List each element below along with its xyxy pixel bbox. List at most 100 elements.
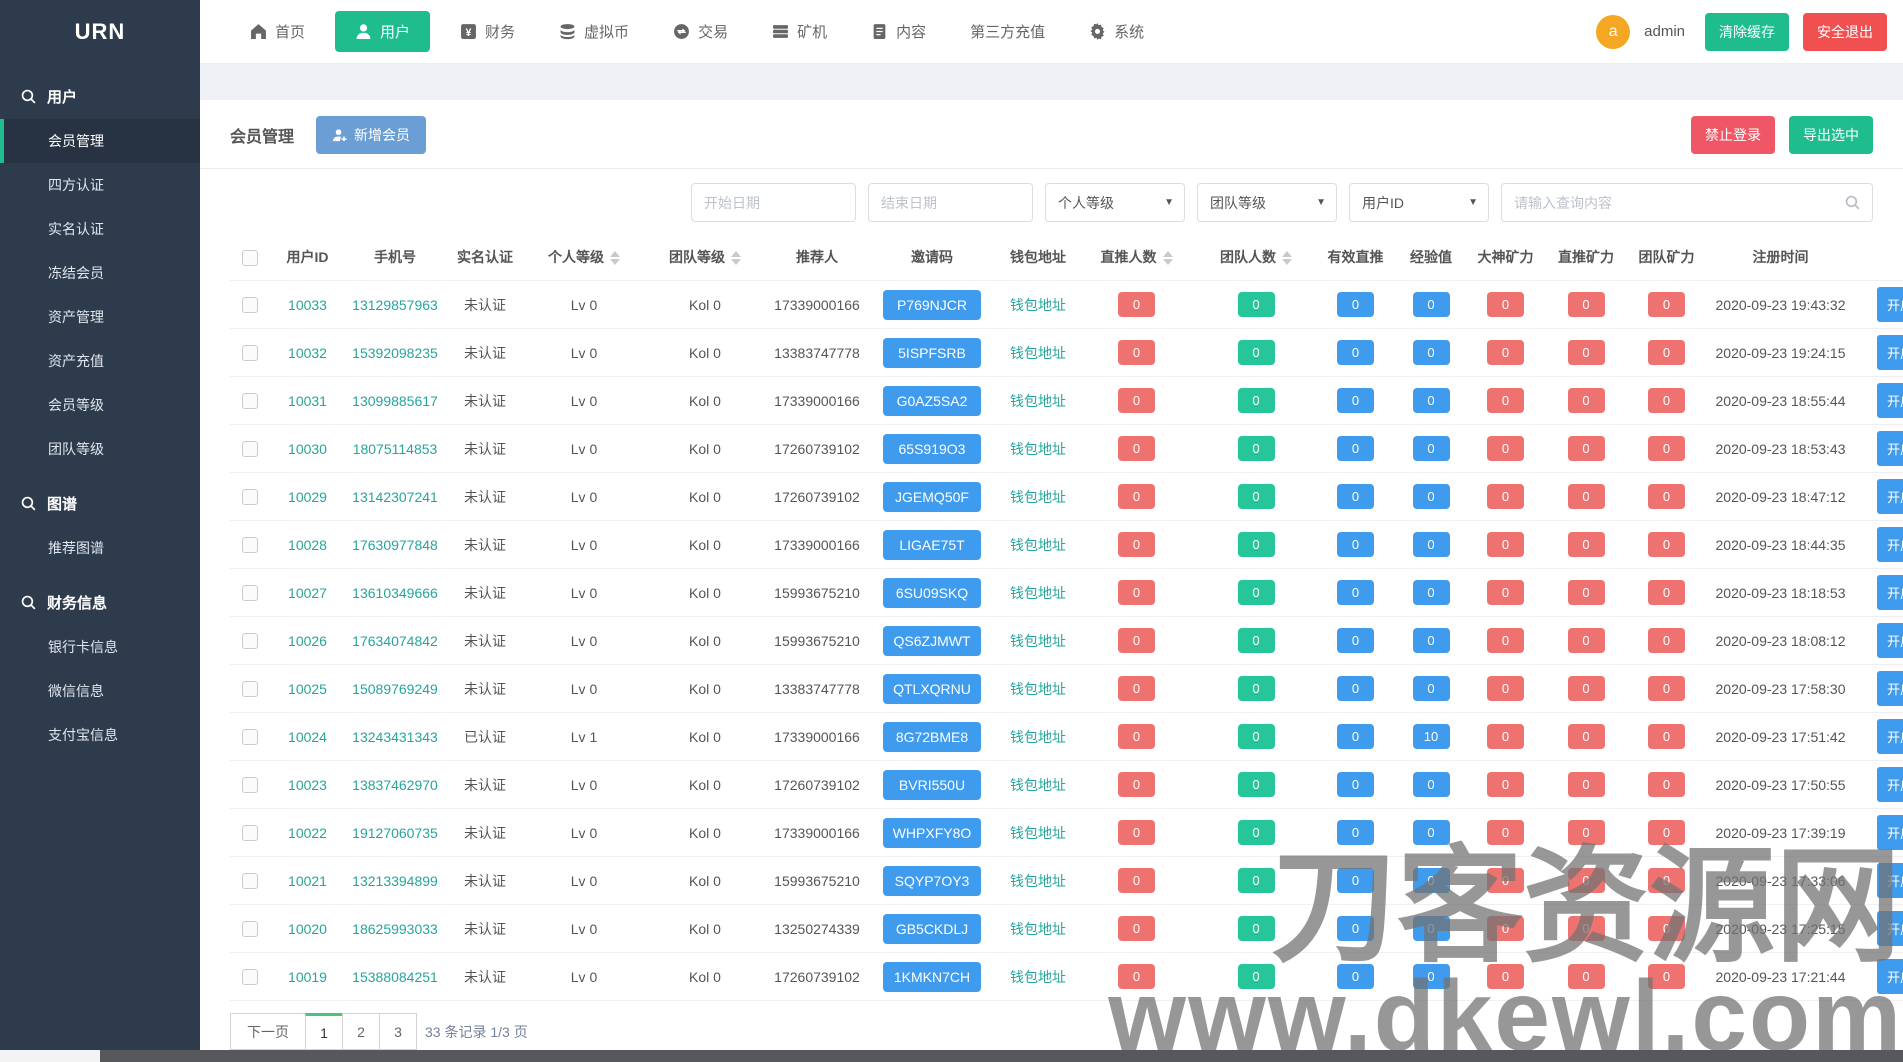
row-checkbox[interactable]: [242, 585, 258, 601]
sidebar-section-graph-title[interactable]: 图谱: [0, 481, 200, 526]
export-selected-button[interactable]: 导出选中: [1789, 116, 1873, 154]
row-checkbox[interactable]: [242, 969, 258, 985]
wallet-address-link[interactable]: 钱包地址: [1010, 633, 1066, 649]
col-personal-level[interactable]: 个人等级: [525, 234, 643, 281]
enable-realname-button[interactable]: 开启实名: [1877, 767, 1903, 802]
page-button-2[interactable]: 2: [342, 1013, 380, 1050]
phone-link[interactable]: 19127060735: [352, 825, 438, 841]
page-button-1[interactable]: 1: [305, 1013, 343, 1050]
nav-item-home[interactable]: 首页: [236, 11, 319, 52]
user-id-link[interactable]: 10025: [288, 681, 327, 697]
invite-code-badge[interactable]: SQYP7OY3: [883, 866, 981, 896]
sidebar-item-asset-recharge[interactable]: 资产充值: [0, 339, 200, 383]
next-page-button[interactable]: 下一页: [230, 1013, 306, 1050]
wallet-address-link[interactable]: 钱包地址: [1010, 825, 1066, 841]
col-direct-count[interactable]: 直推人数: [1079, 234, 1194, 281]
enable-realname-button[interactable]: 开启实名: [1877, 479, 1903, 514]
user-id-link[interactable]: 10023: [288, 777, 327, 793]
col-user-id[interactable]: 用户ID: [270, 234, 345, 281]
user-id-link[interactable]: 10021: [288, 873, 327, 889]
table-row[interactable]: 10020 18625993033 未认证 Lv 0 Kol 0 1325027…: [230, 905, 1903, 953]
enable-realname-button[interactable]: 开启实名: [1877, 911, 1903, 946]
wallet-address-link[interactable]: 钱包地址: [1010, 393, 1066, 409]
sidebar-item-referral-graph[interactable]: 推荐图谱: [0, 526, 200, 570]
row-checkbox[interactable]: [242, 633, 258, 649]
user-id-link[interactable]: 10022: [288, 825, 327, 841]
sidebar-item-member-manage[interactable]: 会员管理: [0, 119, 200, 163]
invite-code-badge[interactable]: 8G72BME8: [883, 722, 981, 752]
sidebar-section-user-title[interactable]: 用户: [0, 74, 200, 119]
user-id-link[interactable]: 10029: [288, 489, 327, 505]
phone-link[interactable]: 13142307241: [352, 489, 438, 505]
table-row[interactable]: 10030 18075114853 未认证 Lv 0 Kol 0 1726073…: [230, 425, 1903, 473]
row-checkbox[interactable]: [242, 345, 258, 361]
sidebar-item-asset-manage[interactable]: 资产管理: [0, 295, 200, 339]
phone-link[interactable]: 18075114853: [353, 441, 438, 457]
nav-item-trade[interactable]: 交易: [659, 11, 742, 52]
phone-link[interactable]: 13129857963: [352, 297, 438, 313]
table-row[interactable]: 10031 13099885617 未认证 Lv 0 Kol 0 1733900…: [230, 377, 1903, 425]
add-member-button[interactable]: 新增会员: [316, 116, 426, 154]
invite-code-badge[interactable]: P769NJCR: [883, 290, 981, 320]
user-id-link[interactable]: 10033: [288, 297, 327, 313]
sidebar-item-team-level[interactable]: 团队等级: [0, 427, 200, 471]
clear-cache-button[interactable]: 清除缓存: [1705, 13, 1789, 51]
wallet-address-link[interactable]: 钱包地址: [1010, 537, 1066, 553]
phone-link[interactable]: 13213394899: [352, 873, 438, 889]
enable-realname-button[interactable]: 开启实名: [1877, 287, 1903, 322]
table-row[interactable]: 10022 19127060735 未认证 Lv 0 Kol 0 1733900…: [230, 809, 1903, 857]
sidebar-item-member-level[interactable]: 会员等级: [0, 383, 200, 427]
search-icon[interactable]: [1844, 194, 1861, 211]
table-row[interactable]: 10024 13243431343 已认证 Lv 1 Kol 0 1733900…: [230, 713, 1903, 761]
user-id-link[interactable]: 10020: [288, 921, 327, 937]
sort-icon[interactable]: [731, 251, 741, 265]
phone-link[interactable]: 17634074842: [352, 633, 438, 649]
invite-code-badge[interactable]: 6SU09SKQ: [883, 578, 981, 608]
row-checkbox[interactable]: [242, 681, 258, 697]
col-direct-power[interactable]: 直推矿力: [1542, 234, 1630, 281]
phone-link[interactable]: 18625993033: [352, 921, 438, 937]
team-level-select[interactable]: 团队等级 ▼: [1197, 183, 1337, 222]
table-row[interactable]: 10028 17630977848 未认证 Lv 0 Kol 0 1733900…: [230, 521, 1903, 569]
wallet-address-link[interactable]: 钱包地址: [1010, 729, 1066, 745]
user-id-link[interactable]: 10026: [288, 633, 327, 649]
sidebar-item-wechat-info[interactable]: 微信信息: [0, 669, 200, 713]
user-id-link[interactable]: 10024: [288, 729, 327, 745]
invite-code-badge[interactable]: WHPXFY8O: [883, 818, 981, 848]
invite-code-badge[interactable]: QTLXQRNU: [883, 674, 981, 704]
invite-code-badge[interactable]: 1KMKN7CH: [883, 962, 981, 992]
user-id-link[interactable]: 10032: [288, 345, 327, 361]
phone-link[interactable]: 13837462970: [352, 777, 438, 793]
nav-item-user[interactable]: 用户: [335, 11, 430, 52]
phone-link[interactable]: 15388084251: [352, 969, 438, 985]
invite-code-badge[interactable]: BVRI550U: [883, 770, 981, 800]
col-invite-code[interactable]: 邀请码: [867, 234, 997, 281]
row-checkbox[interactable]: [242, 537, 258, 553]
col-exp[interactable]: 经验值: [1393, 234, 1469, 281]
search-field-select[interactable]: 用户ID ▼: [1349, 183, 1489, 222]
sidebar-item-four-party-auth[interactable]: 四方认证: [0, 163, 200, 207]
user-id-link[interactable]: 10030: [288, 441, 327, 457]
wallet-address-link[interactable]: 钱包地址: [1010, 585, 1066, 601]
phone-link[interactable]: 13610349666: [352, 585, 438, 601]
sort-icon[interactable]: [1282, 251, 1292, 265]
enable-realname-button[interactable]: 开启实名: [1877, 575, 1903, 610]
user-id-link[interactable]: 10031: [288, 393, 327, 409]
enable-realname-button[interactable]: 开启实名: [1877, 383, 1903, 418]
start-date-input[interactable]: [691, 183, 856, 222]
table-row[interactable]: 10033 13129857963 未认证 Lv 0 Kol 0 1733900…: [230, 281, 1903, 329]
sidebar-item-alipay-info[interactable]: 支付宝信息: [0, 713, 200, 757]
phone-link[interactable]: 13099885617: [352, 393, 438, 409]
user-id-link[interactable]: 10019: [288, 969, 327, 985]
sidebar-item-realname-auth[interactable]: 实名认证: [0, 207, 200, 251]
enable-realname-button[interactable]: 开启实名: [1877, 719, 1903, 754]
wallet-address-link[interactable]: 钱包地址: [1010, 681, 1066, 697]
wallet-address-link[interactable]: 钱包地址: [1010, 777, 1066, 793]
table-row[interactable]: 10021 13213394899 未认证 Lv 0 Kol 0 1599367…: [230, 857, 1903, 905]
page-button-3[interactable]: 3: [379, 1013, 417, 1050]
wallet-address-link[interactable]: 钱包地址: [1010, 489, 1066, 505]
col-team-power[interactable]: 团队矿力: [1630, 234, 1703, 281]
table-row[interactable]: 10032 15392098235 未认证 Lv 0 Kol 0 1338374…: [230, 329, 1903, 377]
logout-button[interactable]: 安全退出: [1803, 13, 1887, 51]
select-all-checkbox[interactable]: [242, 250, 258, 266]
